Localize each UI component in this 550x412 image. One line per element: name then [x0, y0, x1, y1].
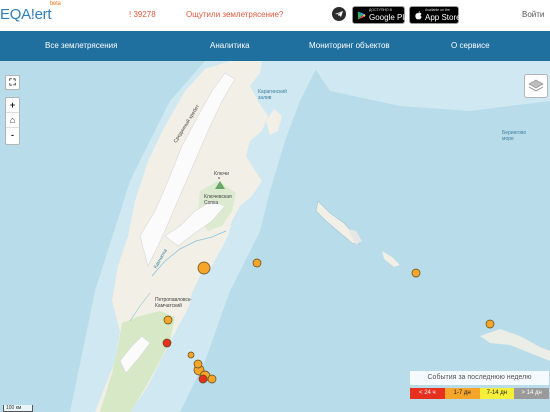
legend: < 24 ч 1-7 дн 7-14 дн > 14 дн [410, 388, 549, 399]
earthquake-marker[interactable] [197, 261, 211, 275]
earthquake-marker[interactable] [193, 359, 203, 369]
logo-text: EQA!ert [0, 6, 52, 23]
top-bar: EQA!ert beta ! 39278 Ощутили землетрясен… [0, 0, 550, 31]
layers-icon [528, 79, 544, 92]
beta-badge: beta [50, 1, 61, 7]
logo[interactable]: EQA!ert beta [0, 1, 61, 23]
zoom-in-button[interactable]: + [6, 98, 19, 113]
legend-item-7-14d[interactable]: 7-14 дн [479, 388, 515, 399]
earthquake-marker[interactable] [162, 338, 172, 348]
scale-bar: 100 км [3, 405, 33, 412]
legend-item-14d-plus[interactable]: > 14 дн [514, 388, 549, 399]
legend-item-1-7d[interactable]: 1-7 дн [444, 388, 480, 399]
fullscreen-button[interactable]: ⛶ [5, 75, 20, 90]
legend-title: События за последнюю неделю [410, 371, 549, 385]
earthquake-marker[interactable] [198, 374, 208, 384]
earthquake-counter: ! 39278 [129, 10, 156, 19]
earthquake-marker[interactable] [163, 315, 173, 325]
earthquake-markers [162, 258, 495, 384]
google-play-label: Google Play [369, 13, 413, 22]
google-play-small: ДОСТУПНО В [369, 8, 392, 12]
earthquake-marker[interactable] [485, 319, 495, 329]
earthquake-marker[interactable] [187, 351, 195, 359]
google-play-icon [357, 11, 366, 20]
earthquake-map[interactable]: Карагинский залив Беринговo море Ключи Клю… [0, 61, 550, 412]
home-button[interactable]: ⌂ [6, 113, 19, 128]
login-link[interactable]: Войти [522, 10, 544, 19]
main-nav: Все землетрясения Аналитика Мониторинг о… [0, 31, 550, 61]
zoom-controls: + ⌂ - [5, 97, 20, 145]
nav-all-earthquakes[interactable]: Все землетрясения [45, 41, 117, 50]
apple-icon [415, 11, 422, 20]
earthquake-marker[interactable] [411, 268, 421, 278]
telegram-icon[interactable] [332, 7, 346, 21]
nav-analytics[interactable]: Аналитика [210, 41, 250, 50]
felt-earthquake-link[interactable]: Ощутили землетрясение? [186, 10, 283, 19]
google-play-button[interactable]: ДОСТУПНО В Google Play [352, 6, 413, 24]
nav-about[interactable]: О сервисе [451, 41, 490, 50]
legend-item-24h[interactable]: < 24 ч [410, 388, 445, 399]
app-store-button[interactable]: Available on the App Store [409, 6, 461, 24]
zoom-out-button[interactable]: - [6, 128, 19, 143]
layers-button[interactable] [524, 74, 548, 98]
earthquake-marker[interactable] [207, 374, 217, 384]
nav-object-monitoring[interactable]: Мониторинг объектов [309, 41, 390, 50]
app-store-label: App Store [425, 13, 461, 22]
app-store-small: Available on the [425, 8, 450, 12]
earthquake-marker[interactable] [252, 258, 262, 268]
